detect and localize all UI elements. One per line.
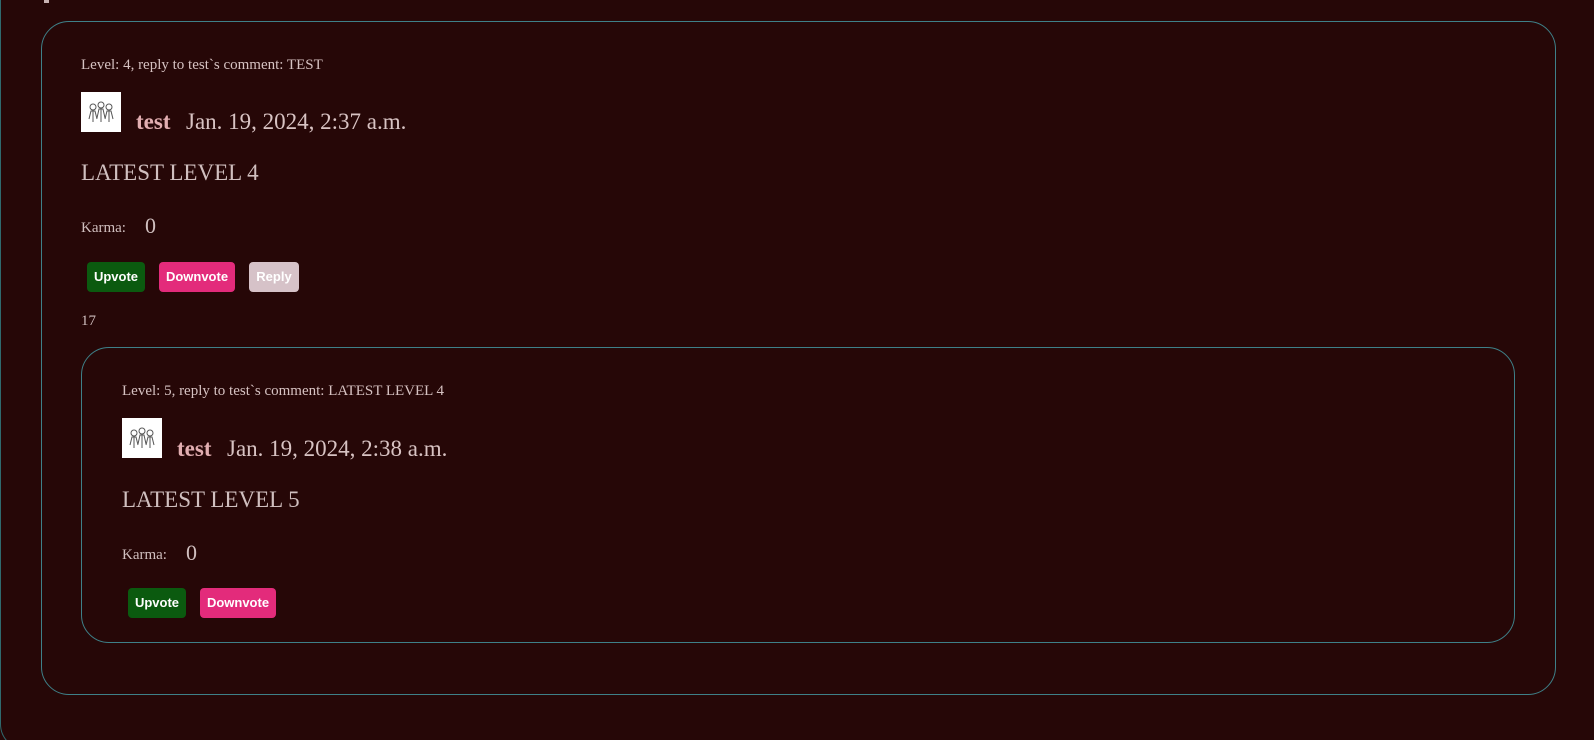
karma-label: Karma: (81, 220, 126, 236)
downvote-button[interactable]: Downvote (200, 588, 276, 618)
karma-value: 0 (186, 540, 197, 565)
top-edge-mark (44, 0, 49, 3)
comment-meta: Level: 4, reply to test`s comment: TEST (81, 57, 323, 73)
upvote-button[interactable]: Upvote (128, 588, 186, 618)
group-of-people-icon (88, 101, 114, 122)
reply-count: 17 (81, 313, 96, 329)
downvote-button[interactable]: Downvote (159, 262, 235, 292)
karma-label: Karma: (122, 547, 167, 563)
avatar[interactable] (122, 418, 162, 458)
avatar[interactable] (81, 92, 121, 132)
reply-button[interactable]: Reply (249, 262, 299, 292)
karma-value: 0 (145, 213, 156, 238)
upvote-button[interactable]: Upvote (87, 262, 145, 292)
comment-author[interactable]: test (136, 109, 170, 135)
comment-author[interactable]: test (177, 436, 211, 462)
comment-date: Jan. 19, 2024, 2:38 a.m. (227, 436, 448, 461)
comment-body: LATEST LEVEL 5 (122, 487, 300, 512)
comment-body: LATEST LEVEL 4 (81, 160, 259, 185)
group-of-people-icon (129, 427, 155, 448)
comment-date: Jan. 19, 2024, 2:37 a.m. (186, 109, 407, 134)
comment-meta: Level: 5, reply to test`s comment: LATES… (122, 383, 445, 399)
comments-page: Level: 4, reply to test`s comment: TEST … (0, 0, 1594, 740)
